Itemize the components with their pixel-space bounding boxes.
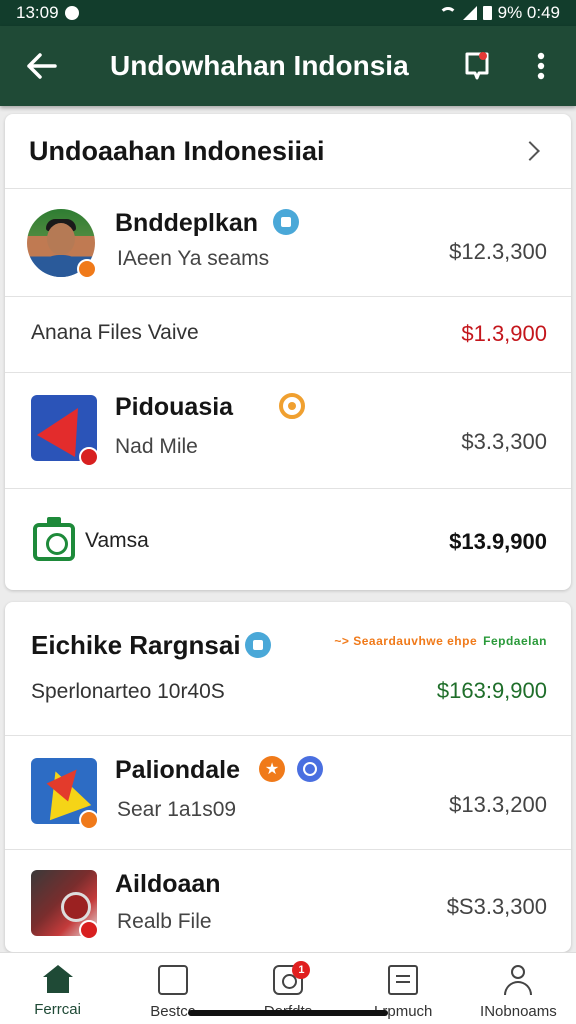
nav-label: Ferrcai (34, 1001, 81, 1018)
item-subtitle: Vamsa (85, 529, 149, 552)
card-title: Undoaahan Indonesiiai (29, 135, 325, 166)
item-title: Bnddeplkan (115, 209, 259, 237)
status-badge (79, 447, 99, 467)
back-button[interactable] (0, 26, 84, 106)
chat-icon (297, 756, 323, 782)
signal-icon (462, 6, 477, 20)
card-header[interactable]: Undoaahan Indonesiiai (5, 114, 571, 189)
item-value: $163:9,900 (436, 678, 547, 703)
battery-icon (482, 6, 492, 20)
list-item[interactable]: Vamsa $13.9,900 (5, 489, 571, 589)
star-icon: ★ (259, 756, 285, 782)
item-subtitle: IAeen Ya seams (117, 247, 270, 270)
wifi-icon (438, 6, 457, 20)
document-icon (388, 965, 419, 995)
item-title: Paliondale (115, 756, 241, 784)
nav-label: INobnoams (480, 1003, 557, 1020)
camera-icon (33, 517, 75, 561)
item-value: $1.3,900 (461, 321, 547, 346)
notification-badge: 1 (292, 961, 311, 979)
item-title: Pidouasia (115, 393, 234, 421)
list-item[interactable]: Pidouasia Nad Mile $3.3,300 (5, 373, 571, 489)
nav-item-home[interactable]: Ferrcai (0, 953, 115, 1024)
user-icon (503, 965, 533, 995)
status-badge (77, 259, 97, 279)
item-title: Aildoaan (115, 870, 221, 898)
coin-icon (279, 393, 305, 419)
promo-label[interactable]: ~> Seaardauvhwe ehpe Fepdaelan (334, 634, 547, 648)
notification-icon (64, 6, 79, 20)
box-icon (157, 965, 188, 995)
page-title: Undowhahan Indonsia (110, 50, 409, 81)
card-indonesia: Undoaahan Indonesiiai Bnddeplkan IAeen Y… (5, 114, 571, 590)
card-rargnsai: Eichike Rargnsai ~> Seaardauvhwe ehpe Fep… (5, 602, 571, 952)
list-item[interactable]: Paliondale ★ Sear 1a1s09 $13.3,200 (5, 736, 571, 850)
verified-icon (273, 209, 299, 235)
item-subtitle: Realb File (117, 910, 212, 933)
item-subtitle: Sperlonarteo 10r40S (31, 680, 225, 703)
bookmark-icon (465, 52, 489, 80)
more-options-button[interactable] (506, 26, 576, 106)
item-value: $3.3,300 (461, 429, 547, 454)
status-battery-text: 9% 0:49 (497, 3, 560, 22)
info-icon (245, 632, 271, 658)
home-indicator[interactable] (188, 1010, 388, 1016)
arrow-left-icon (27, 53, 57, 79)
item-value: $13.3,200 (449, 792, 547, 817)
item-value: $12.3,300 (449, 239, 547, 264)
nav-item-profile[interactable]: INobnoams (461, 953, 576, 1024)
status-time: 13:09 (16, 3, 59, 22)
card-title: Eichike Rargnsai (31, 630, 241, 660)
item-subtitle: Sear 1a1s09 (117, 798, 237, 821)
status-badge (79, 920, 99, 940)
status-bar: 13:09 9% 0:49 (0, 0, 576, 26)
item-value: $13.9,900 (449, 529, 547, 554)
more-vert-icon (537, 52, 545, 80)
list-item[interactable]: Anana Files Vaive $1.3,900 (5, 297, 571, 373)
item-subtitle: Anana Files Vaive (31, 321, 199, 344)
list-item[interactable]: Aildoaan Realb File $S3.3,300 (5, 850, 571, 952)
avatar (27, 209, 97, 279)
item-subtitle: Nad Mile (115, 435, 198, 458)
chevron-right-icon (520, 141, 540, 161)
bookmark-button[interactable] (448, 26, 506, 106)
promo-text-2: Fepdaelan (483, 634, 547, 648)
promo-text-1: ~> Seaardauvhwe ehpe (334, 634, 478, 648)
app-bar: Undowhahan Indonsia (0, 26, 576, 106)
status-badge (79, 810, 99, 830)
list-item[interactable]: Bnddeplkan IAeen Ya seams $12.3,300 (5, 189, 571, 297)
home-icon (42, 965, 73, 993)
card-header[interactable]: Eichike Rargnsai ~> Seaardauvhwe ehpe Fep… (5, 602, 571, 736)
item-value: $S3.3,300 (446, 894, 547, 919)
